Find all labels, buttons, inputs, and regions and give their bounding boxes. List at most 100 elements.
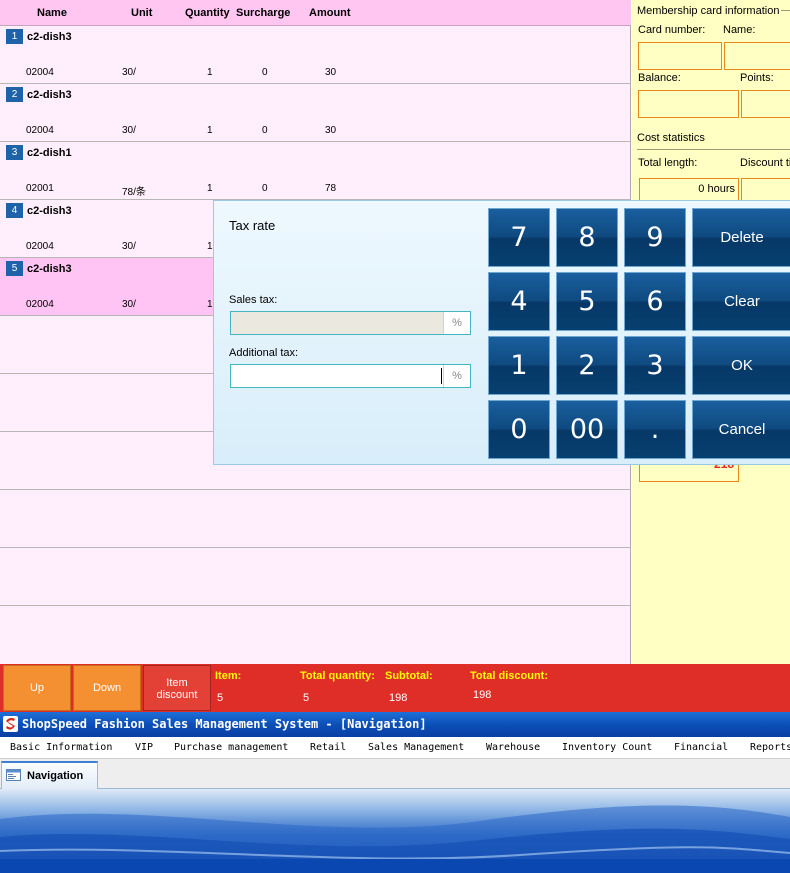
keypad-key-7[interactable]: 7 [488,208,550,267]
sales-tax-input[interactable]: % [230,311,471,335]
order-row-2[interactable]: 2 c2-dish3 02004 30/ 1 0 30 [0,84,631,142]
row-amount: 30 [325,125,337,136]
keypad-key-decimal[interactable]: . [624,400,686,459]
item-count-label: Item: [215,670,242,682]
row-amount: 78 [325,183,337,194]
percent-suffix: % [443,365,470,387]
total-length-field[interactable]: 0 hours [639,178,739,202]
window-title: ShopSpeed Fashion Sales Management Syste… [22,717,427,731]
total-length-label: Total length: [638,157,698,169]
row-index-badge: 2 [6,87,23,102]
total-discount-label: Total discount: [470,670,549,682]
row-dish-name: c2-dish1 [27,147,72,159]
delete-button[interactable]: Delete [692,208,790,267]
wave-background [0,789,790,873]
window-title-bar[interactable]: ShopSpeed Fashion Sales Management Syste… [0,712,790,737]
row-surcharge: 0 [262,183,268,194]
card-number-field[interactable] [638,42,722,70]
tab-label: Navigation [27,770,84,782]
order-row-1[interactable]: 1 c2-dish3 02004 30/ 1 0 30 [0,26,631,84]
name-field[interactable] [724,42,790,70]
row-quantity: 1 [207,125,213,136]
row-dish-name: c2-dish3 [27,89,72,101]
keypad-key-00[interactable]: 00 [556,400,618,459]
item-discount-label-line2: discount [156,689,198,701]
menu-reports[interactable]: Reports [750,742,790,753]
row-unit: 30/ [122,299,136,310]
keypad-key-3[interactable]: 3 [624,336,686,395]
up-button[interactable]: Up [3,665,71,711]
keypad-key-8[interactable]: 8 [556,208,618,267]
navigation-banner [0,789,790,873]
row-dish-name: c2-dish3 [27,31,72,43]
keypad-key-0[interactable]: 0 [488,400,550,459]
tab-bar: Navigation [0,759,790,789]
points-label: Points: [740,72,774,84]
text-caret [441,368,442,384]
order-list-header: Name Unit Quantity Surcharge Amount [0,0,631,26]
subtotal-value: 198 [389,692,408,704]
keypad-key-5[interactable]: 5 [556,272,618,331]
menu-sales-management[interactable]: Sales Management [368,742,464,753]
empty-row-divider [0,547,631,548]
column-header-quantity: Quantity [185,7,230,19]
membership-title: Membership card information [637,5,780,17]
row-dish-name: c2-dish3 [27,263,72,275]
row-quantity: 1 [207,183,213,194]
row-surcharge: 0 [262,67,268,78]
menu-warehouse[interactable]: Warehouse [486,742,540,753]
group-separator [781,10,790,11]
keypad-key-9[interactable]: 9 [624,208,686,267]
row-index-badge: 3 [6,145,23,160]
ok-button[interactable]: OK [692,336,790,395]
keypad-key-1[interactable]: 1 [488,336,550,395]
menu-vip[interactable]: VIP [135,742,153,753]
row-index-badge: 5 [6,261,23,276]
total-length-value: 0 hours [698,183,735,195]
empty-row-divider [0,489,631,490]
app-logo-icon [3,716,18,732]
item-count-value: 5 [217,692,224,704]
row-quantity: 1 [207,299,213,310]
row-dish-code: 02001 [26,183,54,194]
row-dish-name: c2-dish3 [27,205,72,217]
row-quantity: 1 [207,67,213,78]
keypad-key-2[interactable]: 2 [556,336,618,395]
row-amount: 30 [325,67,337,78]
row-dish-code: 02004 [26,67,54,78]
row-index-badge: 4 [6,203,23,218]
keypad-key-6[interactable]: 6 [624,272,686,331]
up-button-label: Up [29,682,45,694]
item-discount-button[interactable]: Item discount [143,665,211,711]
menu-financial[interactable]: Financial [674,742,728,753]
row-dish-code: 02004 [26,299,54,310]
keypad-key-4[interactable]: 4 [488,272,550,331]
additional-tax-input[interactable]: % [230,364,471,388]
points-field[interactable] [741,90,790,118]
discount-time-field[interactable] [741,178,790,202]
down-button[interactable]: Down [73,665,141,711]
menu-basic-information[interactable]: Basic Information [10,742,112,753]
cancel-button[interactable]: Cancel [692,400,790,459]
balance-field[interactable] [638,90,739,118]
row-unit: 78/条 [122,187,146,198]
dialog-title: Tax rate [229,218,276,233]
row-unit: 30/ [122,125,136,136]
menu-purchase-management[interactable]: Purchase management [174,742,288,753]
item-discount-label-line1: Item [166,677,188,689]
row-unit: 30/ [122,241,136,252]
tab-navigation[interactable]: Navigation [1,761,98,789]
group-separator [637,149,790,150]
total-quantity-value: 5 [303,692,310,704]
menu-retail[interactable]: Retail [310,742,346,753]
row-quantity: 1 [207,241,213,252]
clear-button[interactable]: Clear [692,272,790,331]
order-row-3[interactable]: 3 c2-dish1 02001 78/条 1 0 78 [0,142,631,200]
row-dish-code: 02004 [26,241,54,252]
total-quantity-label: Total quantity: [300,670,375,682]
row-dish-code: 02004 [26,125,54,136]
discount-time-label: Discount ti [740,157,790,169]
name-label: Name: [723,24,756,36]
menu-inventory-count[interactable]: Inventory Count [562,742,652,753]
column-header-unit: Unit [131,7,153,19]
